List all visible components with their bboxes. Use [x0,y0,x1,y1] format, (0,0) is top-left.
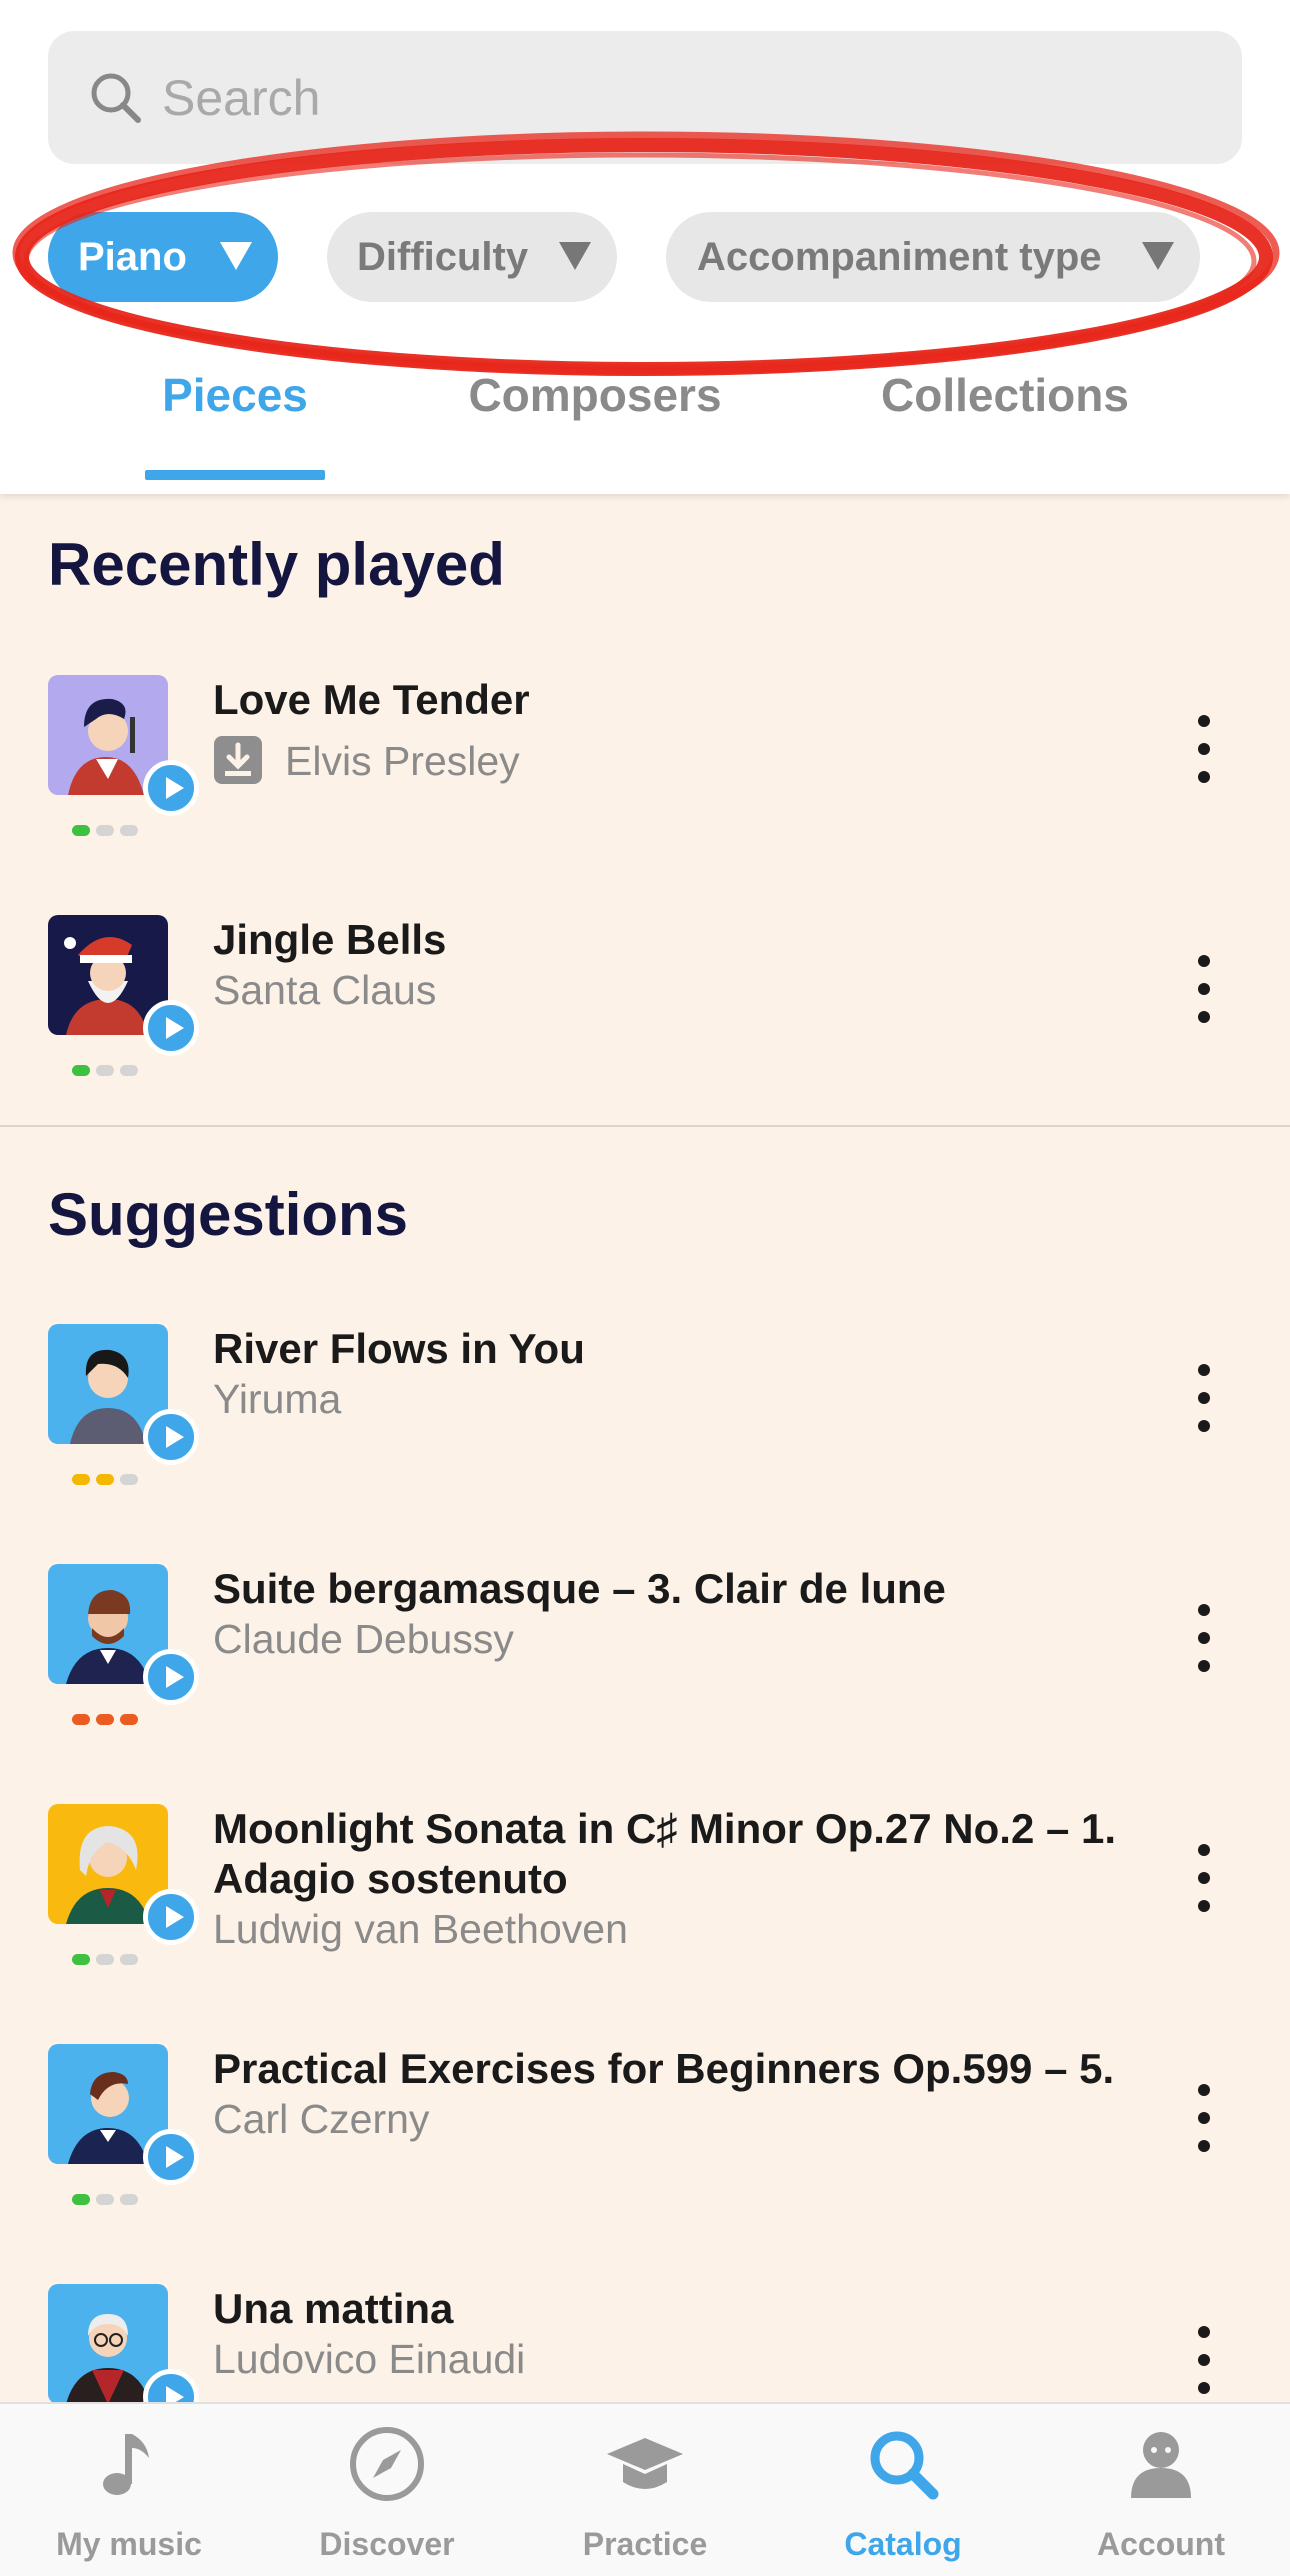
catalog-header: Piano Difficulty Accompaniment type Piec… [0,0,1290,494]
nav-discover[interactable]: Discover [258,2404,516,2576]
play-icon[interactable] [143,760,199,816]
piece-artist: Santa Claus [213,967,437,1013]
piece-artist: Elvis Presley [285,738,520,784]
more-options-icon[interactable] [1190,2084,1218,2154]
difficulty-indicator [72,1474,142,1486]
play-icon[interactable] [143,1649,199,1705]
search-input[interactable] [162,31,1202,164]
piece-title: Una mattina [213,2285,454,2332]
piece-title-line-1: Moonlight Sonata in C♯ Minor Op.27 No.2 … [213,1805,1117,1852]
dropdown-caret-icon [559,242,591,270]
compass-icon [350,2427,424,2501]
difficulty-indicator [72,2194,142,2206]
dropdown-caret-icon [1142,242,1174,270]
play-icon[interactable] [143,1409,199,1465]
search-bar[interactable] [48,31,1242,164]
search-icon [91,73,141,123]
more-options-icon[interactable] [1190,2326,1218,2396]
filter-chip-label: Difficulty [357,234,529,279]
piece-title: Love Me Tender [213,676,530,723]
more-options-icon[interactable] [1190,955,1218,1025]
downloaded-icon [214,736,262,784]
difficulty-indicator [72,825,142,837]
piece-artist: Ludwig van Beethoven [213,1906,628,1952]
piece-title: Jingle Bells [213,916,447,963]
piece-title: River Flows in You [213,1325,585,1372]
piece-artist: Yiruma [213,1376,342,1422]
person-icon [1131,2432,1191,2498]
list-item[interactable]: Practical Exercises for Beginners Op.599… [0,2044,1290,2244]
nav-label: Catalog [844,2526,962,2562]
nav-account[interactable]: Account [1032,2404,1290,2576]
piece-artist: Claude Debussy [213,1616,514,1662]
nav-label: Discover [319,2526,455,2562]
active-tab-indicator [145,470,325,480]
music-note-icon [103,2434,149,2495]
more-options-icon[interactable] [1190,1604,1218,1674]
graduation-cap-icon [607,2438,683,2489]
filter-chip-difficulty[interactable]: Difficulty [327,212,617,302]
list-item[interactable]: River Flows in You Yiruma [0,1324,1290,1524]
tab-pieces[interactable]: Pieces [145,368,325,422]
nav-my-music[interactable]: My music [0,2404,258,2576]
filter-chip-instrument[interactable]: Piano [48,212,278,302]
section-title-suggestions: Suggestions [48,1181,409,1248]
piece-title: Suite bergamasque – 3. Clair de lune [213,1565,946,1612]
nav-catalog[interactable]: Catalog [774,2404,1032,2576]
more-options-icon[interactable] [1190,1364,1218,1434]
nav-practice[interactable]: Practice [516,2404,774,2576]
filter-chip-label: Piano [78,234,187,279]
section-title-recently-played: Recently played [48,531,505,598]
filter-chip-label: Accompaniment type [697,234,1102,279]
list-item[interactable]: Moonlight Sonata in C♯ Minor Op.27 No.2 … [0,1804,1290,2004]
difficulty-indicator [72,1954,142,1966]
tab-composers[interactable]: Composers [455,368,735,422]
nav-label: Practice [582,2526,708,2562]
piece-title-line-2: Adagio sostenuto [213,1855,568,1902]
dropdown-caret-icon [220,242,252,270]
section-divider [0,1125,1290,1127]
piece-artist: Ludovico Einaudi [213,2336,526,2382]
play-icon[interactable] [143,1000,199,1056]
tab-collections[interactable]: Collections [870,368,1140,422]
list-item[interactable]: Jingle Bells Santa Claus [0,915,1290,1115]
list-item[interactable]: Love Me Tender Elvis Presley [0,675,1290,875]
nav-label: My music [56,2526,202,2562]
play-icon[interactable] [143,2129,199,2185]
difficulty-indicator [72,1065,142,1077]
piece-artist: Carl Czerny [213,2096,430,2142]
nav-label: Account [1097,2526,1225,2562]
search-icon [870,2431,939,2500]
difficulty-indicator [72,1714,142,1726]
piece-title: Practical Exercises for Beginners Op.599… [213,2045,1115,2092]
more-options-icon[interactable] [1190,1844,1218,1914]
more-options-icon[interactable] [1190,715,1218,785]
list-item[interactable]: Suite bergamasque – 3. Clair de lune Cla… [0,1564,1290,1764]
play-icon[interactable] [143,1889,199,1945]
bottom-nav: My music Discover Practice Catalog Accou… [0,2402,1290,2576]
filter-chip-accompaniment[interactable]: Accompaniment type [666,212,1200,302]
